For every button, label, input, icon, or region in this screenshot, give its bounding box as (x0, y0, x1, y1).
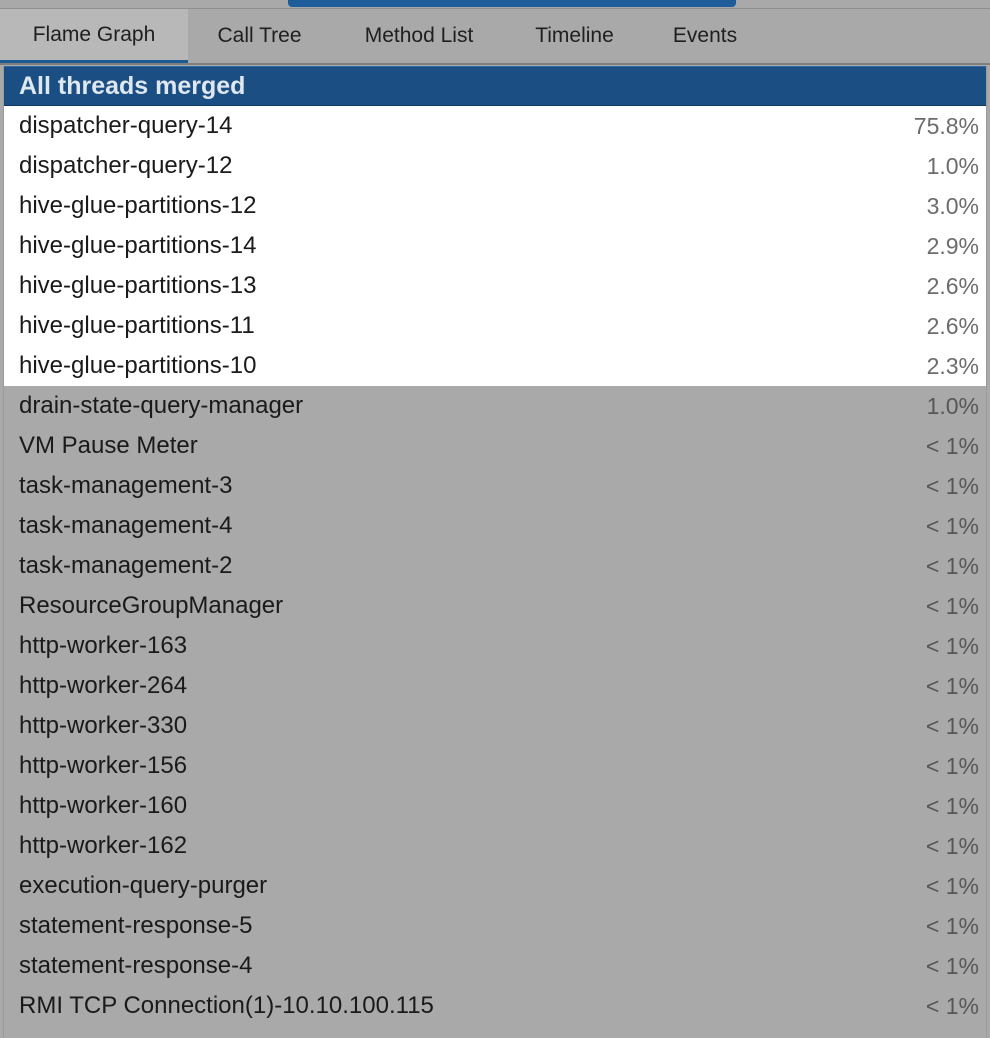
thread-name: statement-response-5 (19, 912, 253, 939)
thread-name: task-management-2 (19, 552, 233, 579)
tab-events[interactable]: Events (642, 9, 768, 63)
thread-percent: 3.0% (926, 192, 979, 219)
thread-row[interactable]: task-management-4 < 1% (4, 506, 986, 546)
thread-percent: < 1% (925, 512, 979, 539)
thread-row[interactable]: VM Pause Meter < 1% (4, 426, 986, 466)
thread-name: hive-glue-partitions-10 (19, 352, 257, 379)
thread-name: hive-glue-partitions-12 (19, 192, 257, 219)
thread-percent: < 1% (925, 712, 979, 739)
all-threads-merged-row[interactable]: All threads merged (4, 66, 986, 106)
thread-percent: < 1% (925, 672, 979, 699)
thread-row[interactable]: drain-state-query-manager 1.0% (4, 386, 986, 426)
thread-name: execution-query-purger (19, 872, 268, 899)
thread-name: VM Pause Meter (19, 432, 198, 459)
thread-row[interactable]: http-worker-264 < 1% (4, 666, 986, 706)
thread-percent: 75.8% (913, 112, 979, 139)
thread-percent: 2.9% (926, 232, 979, 259)
thread-percent: < 1% (925, 952, 979, 979)
thread-name: http-worker-163 (19, 632, 188, 659)
thread-percent: < 1% (925, 592, 979, 619)
thread-list: dispatcher-query-14 75.8% dispatcher-query… (4, 106, 986, 1026)
thread-name: dispatcher-query-14 (19, 112, 233, 139)
thread-row[interactable]: dispatcher-query-14 75.8% (4, 106, 986, 146)
tab-method-list[interactable]: Method List (331, 9, 507, 63)
thread-row[interactable]: http-worker-163 < 1% (4, 626, 986, 666)
thread-row[interactable]: http-worker-160 < 1% (4, 786, 986, 826)
thread-row[interactable]: hive-glue-partitions-11 2.6% (4, 306, 986, 346)
thread-percent: < 1% (925, 832, 979, 859)
thread-list-panel: All threads merged dispatcher-query-14 75… (3, 66, 987, 1038)
thread-percent: < 1% (925, 432, 979, 459)
thread-percent: < 1% (925, 472, 979, 499)
thread-percent: < 1% (925, 912, 979, 939)
thread-row[interactable]: http-worker-156 < 1% (4, 746, 986, 786)
thread-percent: < 1% (925, 552, 979, 579)
profiler-window: Flame Graph Call Tree Method List Timeli… (0, 0, 990, 1038)
thread-row[interactable]: task-management-3 < 1% (4, 466, 986, 506)
thread-name: ResourceGroupManager (19, 592, 284, 619)
tab-flame-graph[interactable]: Flame Graph (0, 9, 188, 63)
thread-name: RMI TCP Connection(1)-10.10.100.115 (19, 992, 434, 1019)
thread-percent: 2.3% (926, 352, 979, 379)
thread-row[interactable]: RMI TCP Connection(1)-10.10.100.115 < 1% (4, 986, 986, 1026)
thread-name: dispatcher-query-12 (19, 152, 233, 179)
thread-percent: 2.6% (926, 272, 979, 299)
thread-name: task-management-3 (19, 472, 233, 499)
thread-name: http-worker-156 (19, 752, 188, 779)
thread-name: drain-state-query-manager (19, 392, 304, 419)
thread-row[interactable]: hive-glue-partitions-10 2.3% (4, 346, 986, 386)
thread-row[interactable]: ResourceGroupManager < 1% (4, 586, 986, 626)
thread-row[interactable]: task-management-2 < 1% (4, 546, 986, 586)
thread-row[interactable]: dispatcher-query-12 1.0% (4, 146, 986, 186)
thread-row[interactable]: hive-glue-partitions-14 2.9% (4, 226, 986, 266)
thread-row[interactable]: http-worker-330 < 1% (4, 706, 986, 746)
thread-name: http-worker-264 (19, 672, 188, 699)
thread-row[interactable]: http-worker-162 < 1% (4, 826, 986, 866)
thread-name: http-worker-330 (19, 712, 188, 739)
thread-name: task-management-4 (19, 512, 233, 539)
thread-percent: < 1% (925, 872, 979, 899)
window-drag-handle[interactable] (288, 0, 736, 7)
thread-name: hive-glue-partitions-14 (19, 232, 257, 259)
thread-percent: < 1% (925, 632, 979, 659)
thread-percent: < 1% (925, 992, 979, 1019)
thread-name: http-worker-162 (19, 832, 188, 859)
thread-percent: 1.0% (926, 392, 979, 419)
thread-name: hive-glue-partitions-11 (19, 312, 255, 339)
thread-percent: 1.0% (926, 152, 979, 179)
thread-percent: < 1% (925, 792, 979, 819)
tab-call-tree[interactable]: Call Tree (188, 9, 331, 63)
thread-row[interactable]: statement-response-5 < 1% (4, 906, 986, 946)
thread-row[interactable]: hive-glue-partitions-13 2.6% (4, 266, 986, 306)
thread-percent: 2.6% (926, 312, 979, 339)
thread-name: http-worker-160 (19, 792, 188, 819)
thread-name: statement-response-4 (19, 952, 253, 979)
tab-timeline[interactable]: Timeline (507, 9, 642, 63)
thread-name: hive-glue-partitions-13 (19, 272, 257, 299)
view-tabs: Flame Graph Call Tree Method List Timeli… (0, 8, 990, 65)
thread-row[interactable]: hive-glue-partitions-12 3.0% (4, 186, 986, 226)
thread-percent: < 1% (925, 752, 979, 779)
thread-row[interactable]: statement-response-4 < 1% (4, 946, 986, 986)
thread-row[interactable]: execution-query-purger < 1% (4, 866, 986, 906)
